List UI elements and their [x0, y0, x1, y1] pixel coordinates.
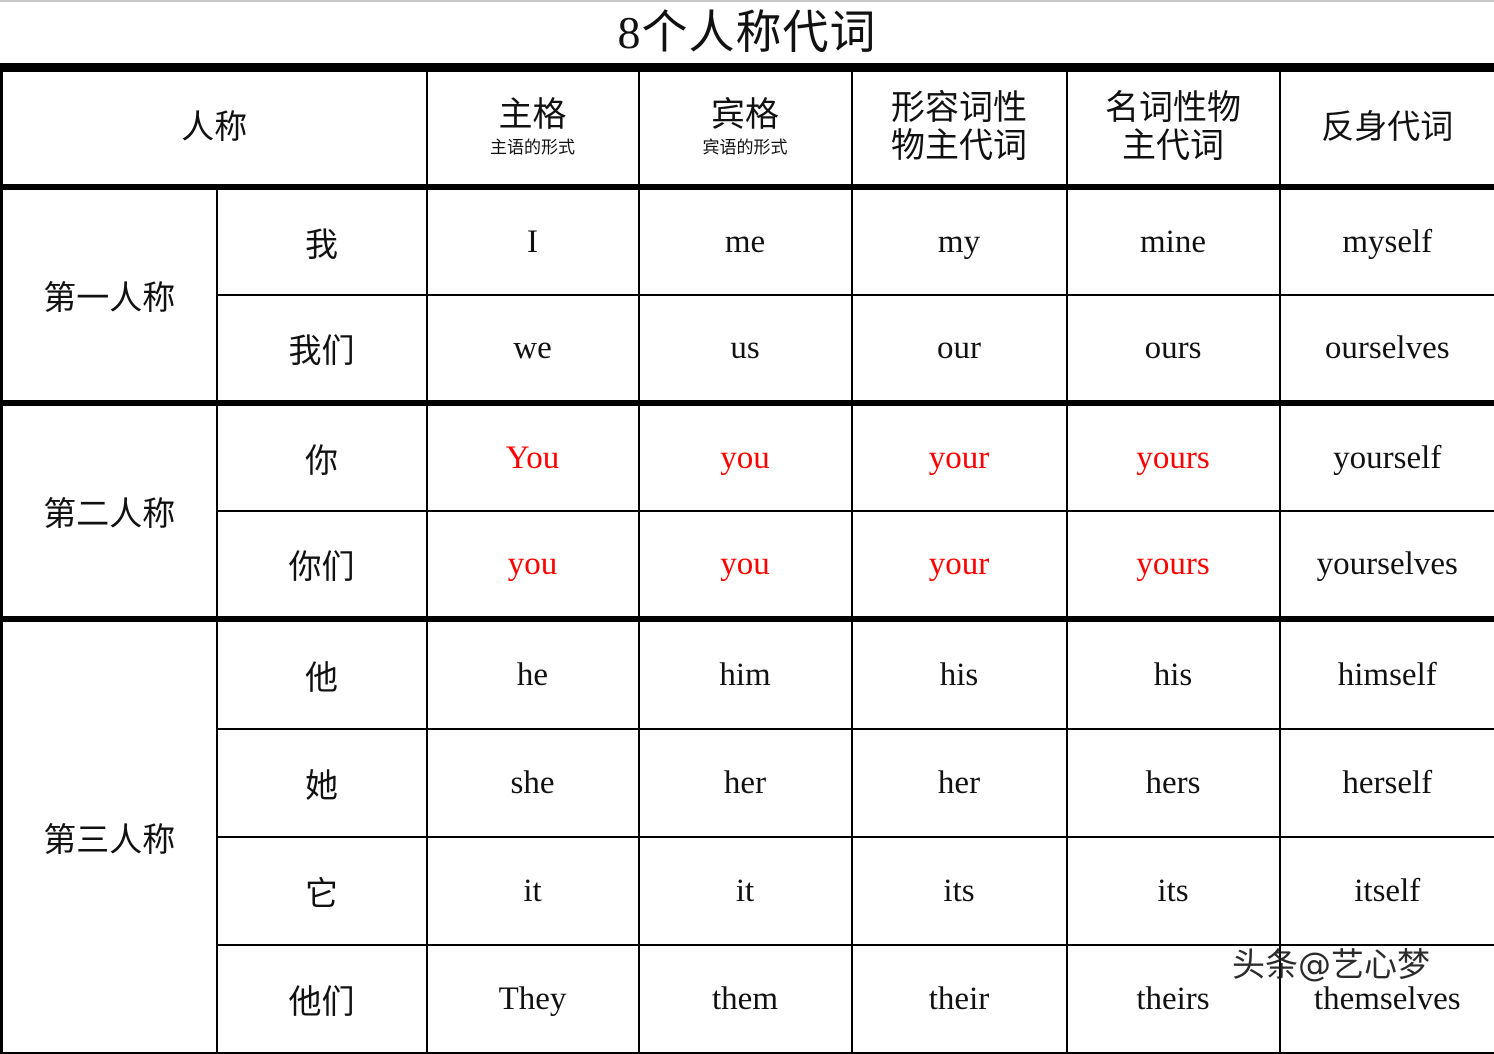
- object-form: it: [639, 837, 852, 945]
- table-row: 第一人称 我 I me my mine myself: [2, 187, 1494, 295]
- object-form: me: [639, 187, 852, 295]
- object-form: them: [639, 945, 852, 1053]
- table-row: 第三人称 他 he him his his himself: [2, 619, 1494, 729]
- table-row: 第二人称 你 You you your yours yourself: [2, 403, 1494, 511]
- possessive-adjective-form: its: [852, 837, 1067, 945]
- header-possessive-noun-line1: 名词性物: [1068, 90, 1279, 128]
- possessive-noun-form: hers: [1067, 729, 1280, 837]
- subject-form: You: [427, 403, 639, 511]
- object-form: you: [639, 511, 852, 619]
- header-object-case-main: 宾格: [640, 97, 851, 135]
- possessive-noun-form: yours: [1067, 511, 1280, 619]
- object-form: you: [639, 403, 852, 511]
- reflexive-form: myself: [1280, 187, 1494, 295]
- header-object-case-sub: 宾语的形式: [640, 137, 851, 159]
- subject-form: it: [427, 837, 639, 945]
- reflexive-form: herself: [1280, 729, 1494, 837]
- possessive-adjective-form: their: [852, 945, 1067, 1053]
- header-possessive-noun-line2: 主代词: [1068, 128, 1279, 166]
- table-row: 他们 They them their theirs themselves: [2, 945, 1494, 1053]
- possessive-noun-form: mine: [1067, 187, 1280, 295]
- pronoun-table: 人称 主格 主语的形式 宾格 宾语的形式 形容词性 物主代词 名词性物 主代词: [0, 70, 1494, 1054]
- possessive-adjective-form: her: [852, 729, 1067, 837]
- possessive-noun-form: its: [1067, 837, 1280, 945]
- pronoun-cn: 它: [217, 837, 427, 945]
- pronoun-chart-sheet: 8个人称代词 人称 主格 主语的形式 宾格 宾语的形式: [0, 0, 1494, 1018]
- reflexive-form: itself: [1280, 837, 1494, 945]
- person-group-label-third: 第三人称: [2, 619, 217, 1053]
- subject-form: he: [427, 619, 639, 729]
- subject-form: They: [427, 945, 639, 1053]
- subject-form: she: [427, 729, 639, 837]
- possessive-noun-form: yours: [1067, 403, 1280, 511]
- possessive-adjective-form: our: [852, 295, 1067, 403]
- subject-form: you: [427, 511, 639, 619]
- pronoun-cn: 我: [217, 187, 427, 295]
- possessive-adjective-form: your: [852, 403, 1067, 511]
- pronoun-cn: 她: [217, 729, 427, 837]
- person-group-label-first: 第一人称: [2, 187, 217, 403]
- table-row: 她 she her her hers herself: [2, 729, 1494, 837]
- header-subject-case-sub: 主语的形式: [428, 137, 638, 159]
- table-row: 我们 we us our ours ourselves: [2, 295, 1494, 403]
- object-form: her: [639, 729, 852, 837]
- possessive-adjective-form: my: [852, 187, 1067, 295]
- pronoun-cn: 他: [217, 619, 427, 729]
- header-possessive-adjective: 形容词性 物主代词: [852, 71, 1067, 187]
- table-row: 它 it it its its itself: [2, 837, 1494, 945]
- pronoun-cn: 我们: [217, 295, 427, 403]
- possessive-noun-form: theirs: [1067, 945, 1280, 1053]
- possessive-noun-form: ours: [1067, 295, 1280, 403]
- subject-form: I: [427, 187, 639, 295]
- subject-form: we: [427, 295, 639, 403]
- reflexive-form: himself: [1280, 619, 1494, 729]
- possessive-noun-form: his: [1067, 619, 1280, 729]
- header-person: 人称: [2, 71, 427, 187]
- header-subject-case: 主格 主语的形式: [427, 71, 639, 187]
- pronoun-cn: 你们: [217, 511, 427, 619]
- chart-title-row: 8个人称代词: [0, 2, 1494, 70]
- possessive-adjective-form: your: [852, 511, 1067, 619]
- person-group-label-second: 第二人称: [2, 403, 217, 619]
- reflexive-form: themselves: [1280, 945, 1494, 1053]
- header-possessive-adjective-line1: 形容词性: [853, 90, 1066, 128]
- object-form: him: [639, 619, 852, 729]
- reflexive-form: yourselves: [1280, 511, 1494, 619]
- header-subject-case-main: 主格: [428, 97, 638, 135]
- header-reflexive: 反身代词: [1280, 71, 1494, 187]
- pronoun-cn: 你: [217, 403, 427, 511]
- table-header-row: 人称 主格 主语的形式 宾格 宾语的形式 形容词性 物主代词 名词性物 主代词: [2, 71, 1494, 187]
- reflexive-form: yourself: [1280, 403, 1494, 511]
- reflexive-form: ourselves: [1280, 295, 1494, 403]
- possessive-adjective-form: his: [852, 619, 1067, 729]
- header-possessive-noun: 名词性物 主代词: [1067, 71, 1280, 187]
- page-title: 8个人称代词: [618, 10, 877, 56]
- pronoun-cn: 他们: [217, 945, 427, 1053]
- header-object-case: 宾格 宾语的形式: [639, 71, 852, 187]
- object-form: us: [639, 295, 852, 403]
- table-row: 你们 you you your yours yourselves: [2, 511, 1494, 619]
- header-possessive-adjective-line2: 物主代词: [853, 128, 1066, 166]
